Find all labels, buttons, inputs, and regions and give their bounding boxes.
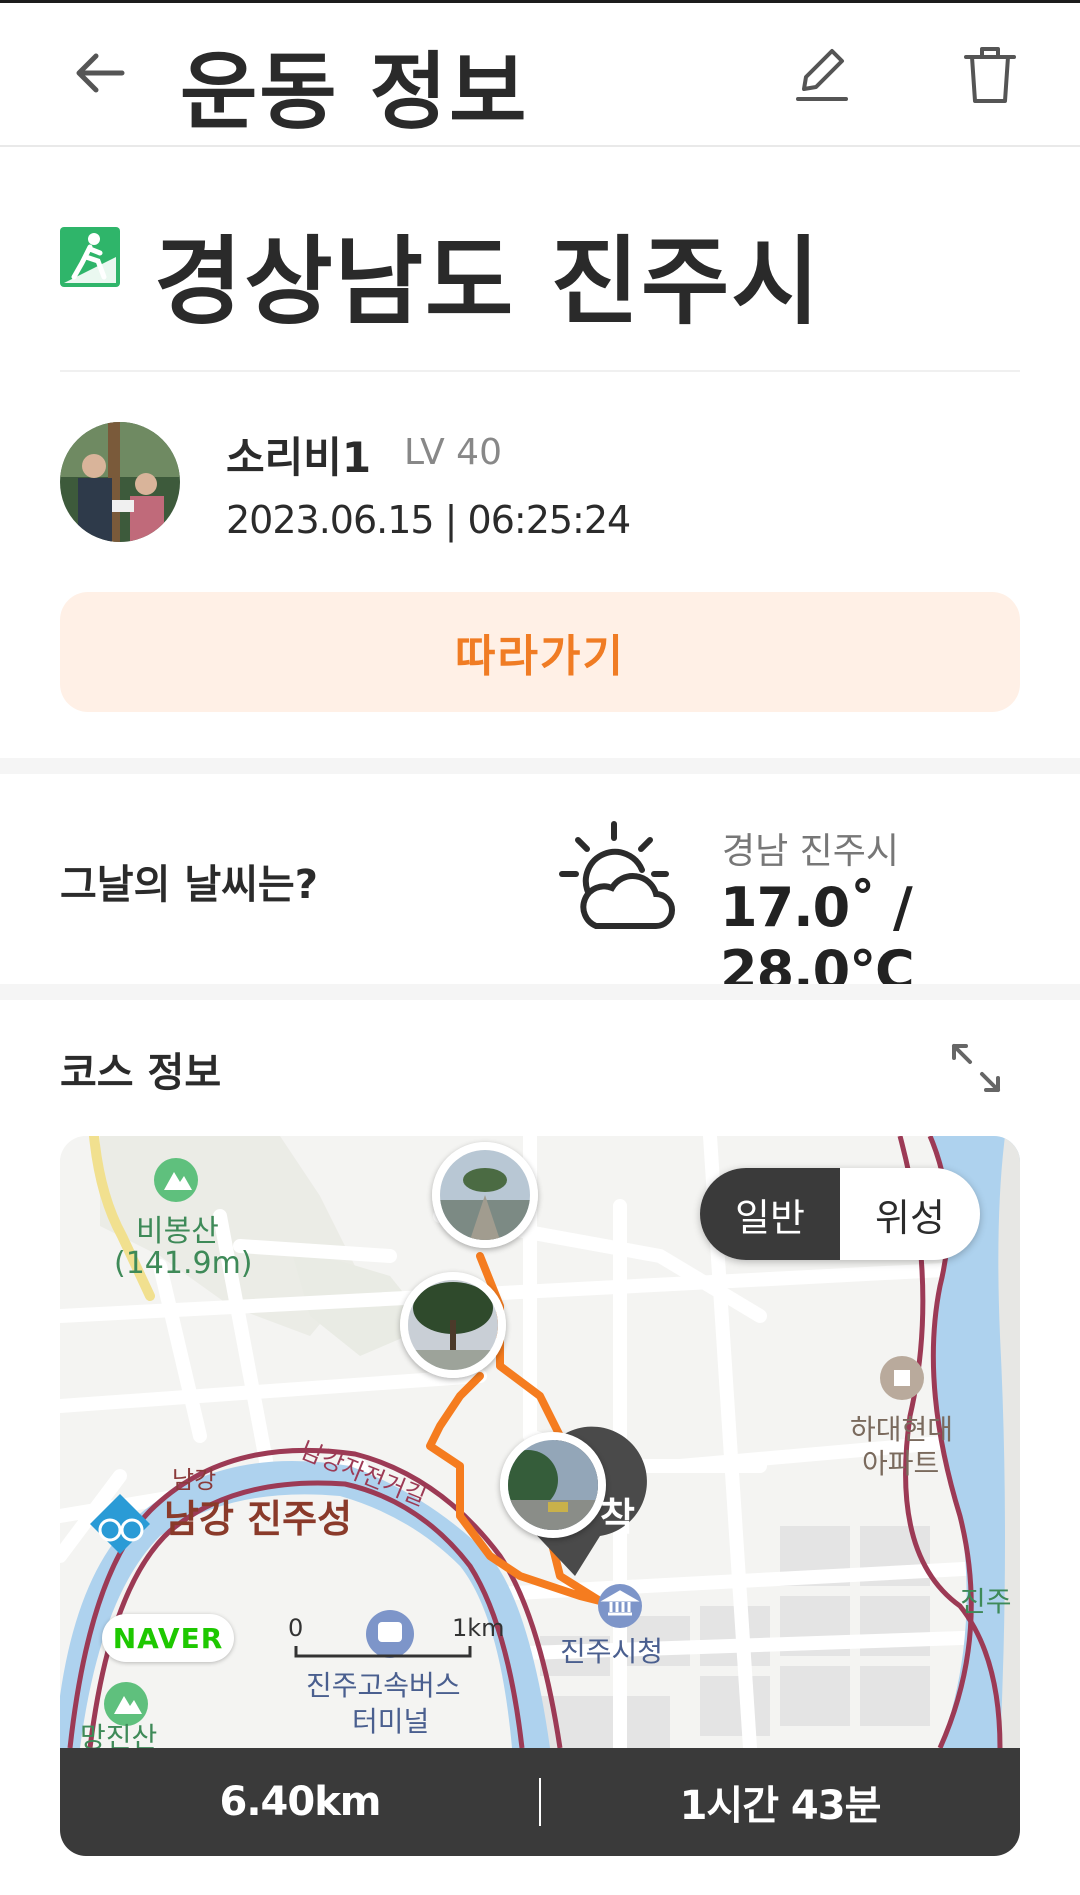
weather-question: 그날의 날씨는? bbox=[60, 862, 318, 908]
section-divider bbox=[0, 758, 1080, 774]
weather-location: 경남 진주시 bbox=[722, 831, 900, 872]
map-label-apartment-2: 아파트 bbox=[862, 1447, 940, 1480]
route-photo-marker[interactable] bbox=[432, 1142, 538, 1248]
avatar[interactable] bbox=[60, 422, 180, 542]
user-name: 소리비1 bbox=[226, 433, 372, 482]
region-title: 경상남도 진주시 bbox=[154, 226, 822, 338]
scale-km-label: 1km bbox=[452, 1614, 505, 1642]
map-label-mountain-2: 망진산 bbox=[80, 1721, 158, 1748]
map-label-mountain-height: (141.9m) bbox=[114, 1246, 253, 1281]
route-photo-marker[interactable] bbox=[500, 1432, 606, 1538]
hiking-icon bbox=[60, 227, 120, 287]
pencil-icon bbox=[796, 49, 848, 101]
map-type-toggle[interactable]: 일반 위성 bbox=[700, 1168, 980, 1260]
follow-button[interactable]: 따라가기 bbox=[60, 592, 1020, 712]
map-type-general[interactable]: 일반 bbox=[700, 1168, 840, 1260]
map-label-bus-terminal-2: 터미널 bbox=[352, 1705, 430, 1738]
expand-icon bbox=[952, 1044, 1000, 1092]
map-label-right: 진주 bbox=[960, 1585, 1012, 1618]
course-stats-bar: 6.40km 1시간 43분 bbox=[60, 1748, 1020, 1856]
app-header: 운동 정보 bbox=[0, 3, 1080, 147]
naver-logo: NAVER bbox=[102, 1614, 234, 1662]
distance-value: 6.40km bbox=[219, 1779, 382, 1825]
map-label-bus-terminal: 진주고속버스 bbox=[306, 1669, 461, 1702]
scale-zero-label: 0 bbox=[288, 1614, 304, 1642]
section-divider bbox=[0, 984, 1080, 1000]
map-label-fortress: 남강 진주성 bbox=[164, 1497, 353, 1541]
back-button[interactable] bbox=[70, 43, 130, 103]
route-photo-marker[interactable] bbox=[400, 1272, 506, 1378]
duration-value: 1시간 43분 bbox=[679, 1783, 882, 1829]
divider bbox=[60, 370, 1020, 372]
map-type-satellite[interactable]: 위성 bbox=[840, 1168, 980, 1260]
expand-map-button[interactable] bbox=[948, 1040, 1004, 1096]
page-title: 운동 정보 bbox=[180, 43, 529, 141]
arrow-left-icon bbox=[76, 53, 125, 93]
delete-button[interactable] bbox=[960, 43, 1020, 107]
trash-icon bbox=[964, 47, 1016, 103]
map-label-mountain: 비봉산 bbox=[136, 1214, 219, 1249]
activity-datetime: 2023.06.15 | 06:25:24 bbox=[226, 498, 631, 542]
user-level: LV 40 bbox=[404, 432, 502, 473]
course-map[interactable]: 착 일반 위성 비봉산 (141.9m) 남강 남강 진주성 남강자전거길 하대… bbox=[60, 1136, 1020, 1748]
map-label-city-hall: 진주시청 bbox=[560, 1635, 664, 1668]
course-title: 코스 정보 bbox=[60, 1050, 222, 1096]
sun-cloud-icon bbox=[556, 818, 676, 938]
end-marker-label: 착 bbox=[600, 1495, 635, 1539]
edit-button[interactable] bbox=[792, 43, 852, 107]
